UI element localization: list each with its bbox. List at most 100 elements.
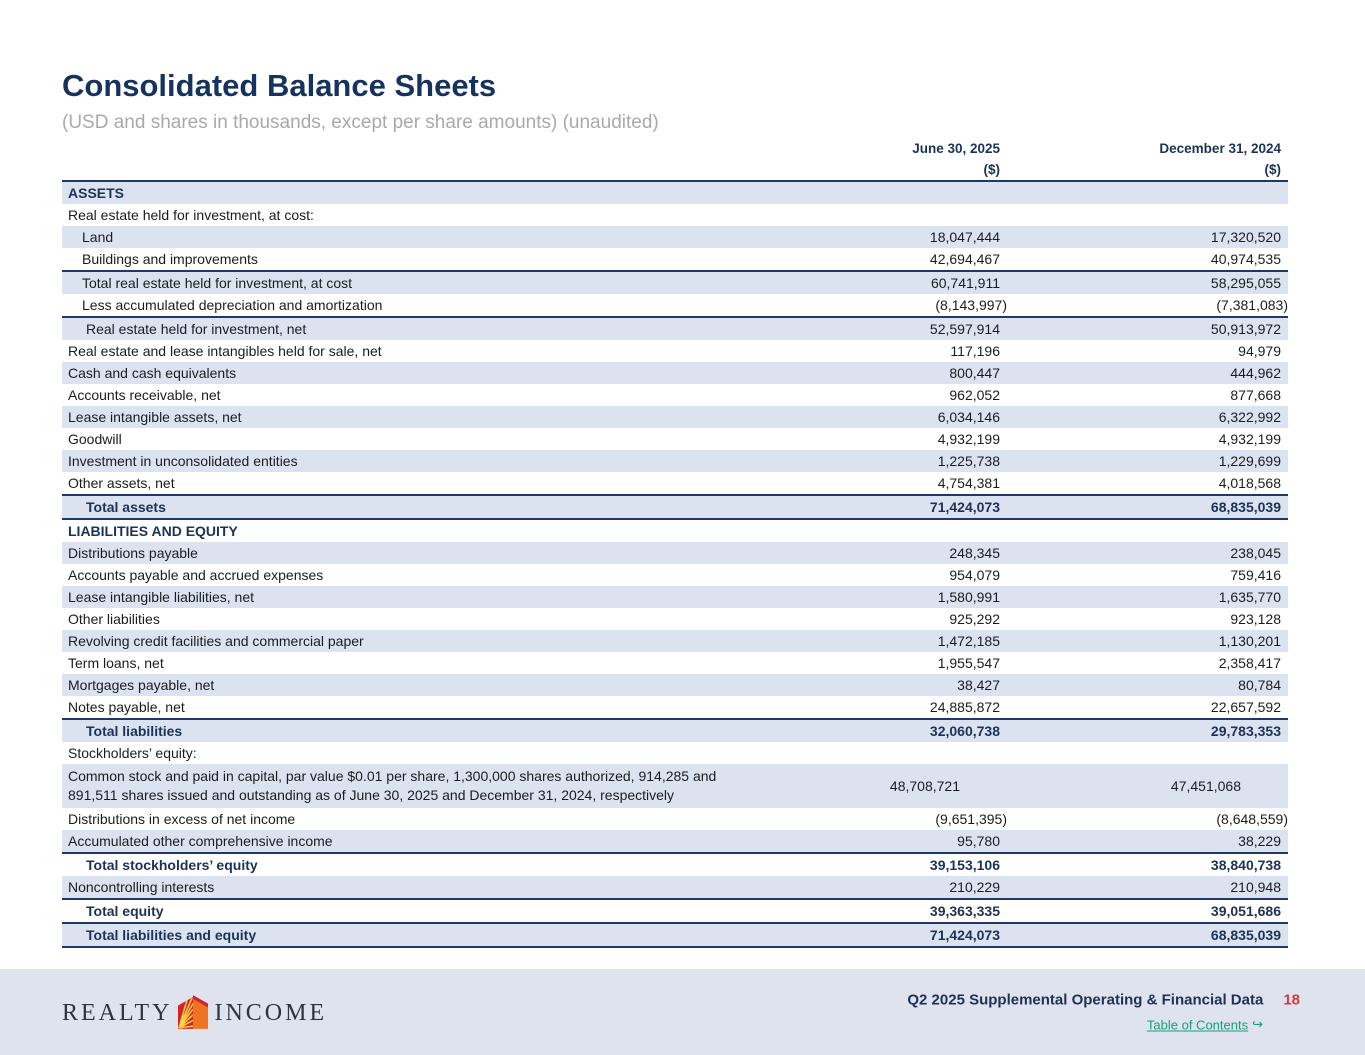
cell-value: 42,694,467: [930, 251, 1000, 267]
table-row: Real estate and lease intangibles held f…: [62, 340, 1288, 362]
cell-value: 1,635,770: [1219, 589, 1281, 605]
table-row: Investment in unconsolidated entities 1,2…: [62, 450, 1288, 472]
value-june: 32,060,738: [780, 721, 1000, 742]
cell-value: 39,153,106: [930, 857, 1000, 873]
table-row: ASSETS: [62, 182, 1288, 204]
value-december: 68,835,039: [1000, 497, 1288, 518]
table-row: Lease intangible liabilities, net1,580,9…: [62, 586, 1288, 608]
value-december: 4,932,199: [1000, 429, 1288, 450]
value-june: 248,345: [780, 543, 1000, 564]
page-number: 18: [1283, 992, 1300, 1009]
cell-value: 29,783,353: [1211, 723, 1281, 739]
row-label: Mortgages payable, net: [62, 675, 780, 696]
table-row: Total real estate held for investment, a…: [62, 270, 1288, 294]
row-label: Investment in unconsolidated entities: [62, 451, 780, 472]
value-june: 6,034,146: [780, 407, 1000, 428]
row-label: Noncontrolling interests: [62, 877, 780, 898]
cell-value: 1,229,699: [1219, 453, 1281, 469]
value-june: 925,292: [780, 609, 1000, 630]
column-header-june: June 30, 2025 ($): [780, 138, 1000, 180]
cell-value: 117,196: [950, 343, 1000, 359]
value-december: 68,835,039: [1000, 925, 1288, 946]
column-unit-june: ($): [780, 159, 1000, 180]
cell-value: (9,651,395): [935, 811, 1007, 827]
cell-value: 1,580,991: [938, 589, 1000, 605]
logo-text-realty: REALTY: [62, 999, 172, 1025]
value-june: 18,047,444: [780, 227, 1000, 248]
table-row: Accounts payable and accrued expenses954…: [62, 564, 1288, 586]
row-label: Real estate held for investment, net: [62, 319, 780, 340]
table-row: Land18,047,44417,320,520: [62, 226, 1288, 248]
column-date-december: December 31, 2024: [1000, 138, 1281, 159]
row-label: Total liabilities: [62, 721, 780, 742]
page-subtitle: (USD and shares in thousands, except per…: [62, 112, 1288, 134]
cell-value: 68,835,039: [1211, 927, 1281, 943]
value-december: 39,051,686: [1000, 901, 1288, 922]
cell-value: (8,648,559): [1216, 811, 1288, 827]
row-label: Land: [62, 227, 780, 248]
value-june: 1,580,991: [780, 587, 1000, 608]
value-december: 1,229,699: [1000, 451, 1288, 472]
cell-value: 962,052: [949, 387, 1000, 403]
value-december: 210,948: [1000, 877, 1288, 898]
cell-value: 759,416: [1230, 567, 1281, 583]
table-row: Accounts receivable, net962,052877,668: [62, 384, 1288, 406]
column-headers: June 30, 2025 ($) December 31, 2024 ($): [62, 138, 1288, 180]
value-june: 48,708,721: [740, 776, 960, 797]
row-label: Distributions in excess of net income: [62, 809, 780, 830]
cell-value: 39,051,686: [1211, 903, 1281, 919]
cell-value: 954,079: [949, 567, 1000, 583]
cell-value: 58,295,055: [1211, 275, 1281, 291]
value-december: 29,783,353: [1000, 721, 1288, 742]
toc-line: Table of Contents ↪: [1147, 1017, 1263, 1033]
row-label: Less accumulated depreciation and amorti…: [62, 295, 780, 316]
table-row: Other assets, net4,754,3814,018,568: [62, 472, 1288, 494]
table-row: Total liabilities and equity71,424,07368…: [62, 922, 1288, 948]
row-label: Total assets: [62, 497, 780, 518]
value-june: 39,363,335: [780, 901, 1000, 922]
cell-value: 2,358,417: [1219, 655, 1281, 671]
table-row: Total assets 71,424,07368,835,039: [62, 494, 1288, 520]
row-label: Stockholders’ equity:: [62, 743, 780, 764]
value-june: 4,754,381: [780, 473, 1000, 494]
cell-value: 94,979: [1238, 343, 1281, 359]
hook-arrow-icon: ↪: [1252, 1017, 1263, 1033]
value-june: 800,447: [780, 363, 1000, 384]
table-row: Mortgages payable, net38,42780,784: [62, 674, 1288, 696]
cell-value: 248,345: [949, 545, 1000, 561]
table-of-contents-link[interactable]: Table of Contents: [1147, 1017, 1248, 1032]
cell-value: 71,424,073: [930, 499, 1000, 515]
footer-bar: REALTY INCOME: [0, 969, 1365, 1055]
column-date-june: June 30, 2025: [780, 138, 1000, 159]
row-label: LIABILITIES AND EQUITY: [62, 521, 780, 542]
value-december: 47,451,068: [960, 776, 1248, 797]
table-row: Noncontrolling interests210,229210,948: [62, 876, 1288, 898]
value-june: 954,079: [780, 565, 1000, 586]
row-label: Cash and cash equivalents: [62, 363, 780, 384]
table-row: Lease intangible assets, net6,034,1466,3…: [62, 406, 1288, 428]
table-row: LIABILITIES AND EQUITY: [62, 520, 1288, 542]
value-june: 1,472,185: [780, 631, 1000, 652]
column-unit-december: ($): [1000, 159, 1281, 180]
value-december: 94,979: [1000, 341, 1288, 362]
cell-value: 38,427: [957, 677, 1000, 693]
value-december: 50,913,972: [1000, 319, 1288, 340]
value-june: (8,143,997): [780, 295, 1000, 316]
cell-value: (7,381,083): [1216, 297, 1288, 313]
value-december: 1,635,770: [1000, 587, 1288, 608]
table-row: Term loans, net1,955,5472,358,417: [62, 652, 1288, 674]
row-label: Real estate held for investment, at cost…: [62, 205, 780, 226]
value-june: 60,741,911: [780, 273, 1000, 294]
cell-value: 1,955,547: [938, 655, 1000, 671]
row-label: Distributions payable: [62, 543, 780, 564]
table-row: Real estate held for investment, at cost…: [62, 204, 1288, 226]
logo-text-income: INCOME: [214, 999, 327, 1025]
row-label: Lease intangible assets, net: [62, 407, 780, 428]
row-label: Accumulated other comprehensive income: [62, 831, 780, 852]
table-row: Revolving credit facilities and commerci…: [62, 630, 1288, 652]
row-label: Total liabilities and equity: [62, 925, 780, 946]
row-label: ASSETS: [62, 183, 780, 204]
value-december: 238,045: [1000, 543, 1288, 564]
document-title: Q2 2025 Supplemental Operating & Financi…: [907, 992, 1263, 1009]
cell-value: 47,451,068: [1171, 778, 1241, 794]
